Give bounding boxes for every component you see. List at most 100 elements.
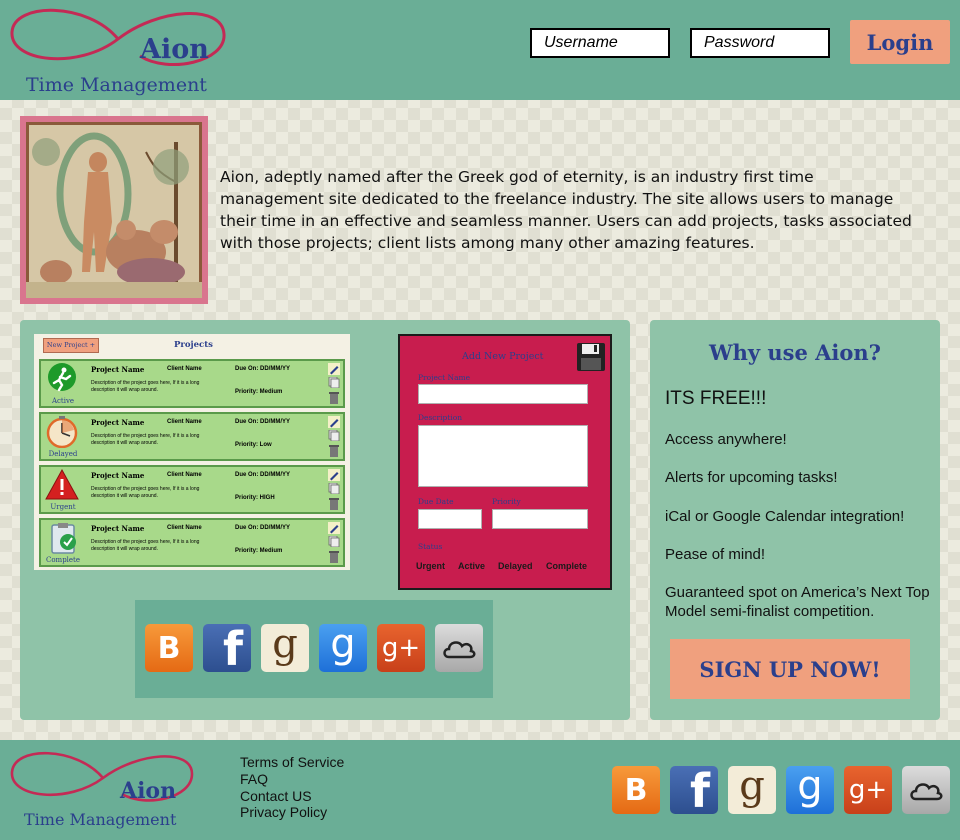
- copy-icon: [328, 430, 340, 441]
- project-name-label: Project Name: [418, 373, 471, 382]
- edit-pencil-icon: [328, 416, 340, 428]
- due-date: Due On: DD/MM/YY: [235, 525, 290, 531]
- blogger-glyph: B: [624, 772, 648, 808]
- aion-mosaic-image: [20, 116, 208, 304]
- project-description: Description of the project goes here, If…: [91, 539, 200, 552]
- status-option-delayed: Delayed: [498, 561, 533, 571]
- warning-icon: [45, 469, 79, 500]
- google-glyph: g: [797, 766, 823, 809]
- footer-logo[interactable]: Aion Time Management: [8, 748, 198, 834]
- copy-icon: [328, 483, 340, 494]
- project-priority: Priority: HIGH: [235, 495, 275, 501]
- running-man-icon: [48, 363, 76, 392]
- password-input[interactable]: [690, 28, 830, 58]
- trash-icon: [329, 498, 339, 510]
- cloud-icon: [443, 641, 476, 659]
- social-icons-footer: B f g g g+: [612, 766, 950, 814]
- blogger-icon[interactable]: B: [145, 624, 193, 672]
- goodreads-icon[interactable]: g: [261, 624, 309, 672]
- footer-link-terms[interactable]: Terms of Service: [240, 754, 344, 770]
- copy-icon: [328, 377, 340, 388]
- signup-button[interactable]: SIGN UP NOW!: [670, 639, 910, 699]
- stopwatch-icon: [46, 416, 78, 448]
- login-button[interactable]: Login: [850, 20, 950, 64]
- facebook-icon[interactable]: f: [670, 766, 718, 814]
- project-description: Description of the project goes here, If…: [91, 380, 200, 393]
- feature-item: iCal or Google Calendar integration!: [665, 508, 905, 525]
- cloud-icon: [910, 783, 943, 801]
- google-icon[interactable]: g: [319, 624, 367, 672]
- intro-description: Aion, adeptly named after the Greek god …: [220, 168, 912, 252]
- trash-icon: [329, 445, 339, 457]
- feature-item: Access anywhere!: [665, 431, 787, 448]
- icloud-icon[interactable]: [435, 624, 483, 672]
- goodreads-glyph: g: [739, 766, 765, 809]
- footer-tagline: Time Management: [24, 810, 177, 829]
- project-row: Urgent Project Name Client Name Due On: …: [39, 465, 345, 514]
- trash-icon: [329, 551, 339, 563]
- feature-item: Guaranteed spot on America’s Next Top Mo…: [665, 584, 930, 620]
- blogger-icon[interactable]: B: [612, 766, 660, 814]
- blogger-glyph: B: [157, 630, 181, 666]
- footer-link-contact[interactable]: Contact US: [240, 788, 312, 804]
- facebook-glyph: f: [222, 624, 243, 672]
- status-option-active: Active: [458, 561, 486, 571]
- edit-pencil-icon: [328, 363, 340, 375]
- add-project-title: Add New Project: [462, 351, 544, 362]
- project-priority: Priority: Medium: [235, 548, 283, 554]
- google-plus-glyph: g+: [381, 633, 421, 663]
- project-name: Project Name: [91, 418, 145, 427]
- google-plus-glyph: g+: [848, 775, 888, 805]
- edit-pencil-icon: [328, 522, 340, 534]
- project-description: Description of the project goes here, If…: [91, 433, 200, 446]
- footer-link-privacy[interactable]: Privacy Policy: [240, 804, 327, 820]
- google-plus-icon[interactable]: g+: [377, 624, 425, 672]
- project-name: Project Name: [91, 471, 145, 480]
- logo-tagline: Time Management: [26, 74, 207, 96]
- status-label: Status: [418, 542, 443, 551]
- projects-title: Projects: [174, 340, 213, 350]
- site-logo[interactable]: Aion Time Management: [8, 4, 230, 98]
- trash-icon: [329, 392, 339, 404]
- project-row: Active Project Name Client Name Due On: …: [39, 359, 345, 408]
- project-row: Delayed Project Name Client Name Due On:…: [39, 412, 345, 461]
- due-date: Due On: DD/MM/YY: [235, 472, 290, 478]
- project-status: Urgent: [50, 503, 76, 511]
- client-name: Client Name: [167, 472, 202, 478]
- icloud-icon[interactable]: [902, 766, 950, 814]
- google-glyph: g: [330, 624, 356, 667]
- project-status: Delayed: [48, 450, 78, 458]
- logo-brand: Aion: [140, 34, 209, 65]
- facebook-icon[interactable]: f: [203, 624, 251, 672]
- due-date: Due On: DD/MM/YY: [235, 419, 290, 425]
- feature-item: ITS FREE!!!: [665, 388, 767, 409]
- project-status: Complete: [45, 556, 81, 564]
- google-icon[interactable]: g: [786, 766, 834, 814]
- facebook-glyph: f: [689, 766, 710, 814]
- client-name: Client Name: [167, 419, 202, 425]
- footer-link-faq[interactable]: FAQ: [240, 771, 268, 787]
- due-date-field: [418, 509, 482, 529]
- project-row: Complete Project Name Client Name Due On…: [39, 518, 345, 567]
- client-name: Client Name: [167, 525, 202, 531]
- social-icons-panel: B f g g g+: [145, 624, 483, 672]
- project-name: Project Name: [91, 524, 145, 533]
- footer-brand: Aion: [120, 778, 177, 804]
- google-plus-icon[interactable]: g+: [844, 766, 892, 814]
- username-input[interactable]: [530, 28, 670, 58]
- priority-label: Priority: [492, 497, 521, 506]
- goodreads-icon[interactable]: g: [728, 766, 776, 814]
- priority-field: [492, 509, 588, 529]
- site-footer: Aion Time Management Terms of Service FA…: [0, 740, 960, 840]
- project-priority: Priority: Low: [235, 442, 272, 448]
- projects-preview: New Project + Projects Active Project Na…: [34, 334, 350, 570]
- feature-item: Alerts for upcoming tasks!: [665, 469, 838, 486]
- feature-item: Pease of mind!: [665, 546, 766, 563]
- add-project-preview: Add New Project Project Name Description…: [398, 334, 612, 590]
- due-date-label: Due Date: [418, 497, 454, 506]
- due-date: Due On: DD/MM/YY: [235, 366, 290, 372]
- status-option-urgent: Urgent: [416, 561, 445, 571]
- project-priority: Priority: Medium: [235, 389, 283, 395]
- edit-pencil-icon: [328, 469, 340, 481]
- floppy-disk-icon: [577, 343, 605, 371]
